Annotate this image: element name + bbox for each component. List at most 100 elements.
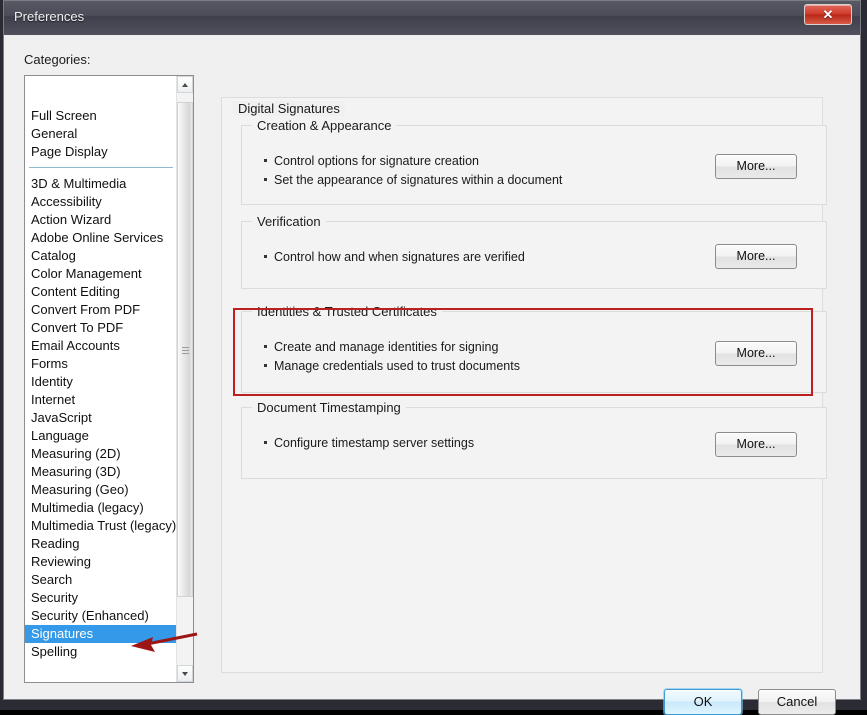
preferences-window: Preferences ✕ Categories: Full Screen Gen…	[0, 0, 867, 715]
more-button-1[interactable]: More...	[715, 154, 797, 179]
sidebar-item-identity[interactable]: Identity	[25, 373, 177, 391]
sidebar-item-label: Search	[31, 572, 73, 587]
categories-listbox[interactable]: Full Screen General Page Display 3D & Multi…	[24, 75, 194, 683]
bullet-dot-icon	[264, 255, 267, 259]
sidebar-item-measuring-geo[interactable]: Measuring (Geo)	[25, 481, 177, 499]
scrollbar-up-button[interactable]	[177, 76, 193, 93]
sidebar-item-language[interactable]: Language	[25, 427, 177, 445]
sidebar-item-measuring-2d[interactable]: Measuring (2D)	[25, 445, 177, 463]
bullet-item: Manage credentials used to trust documen…	[264, 357, 520, 376]
sidebar-item-label: Full Screen	[31, 108, 97, 123]
sidebar-item-label: Security (Enhanced)	[31, 608, 149, 623]
chevron-up-icon	[182, 82, 188, 87]
bullet-text: Control options for signature creation	[274, 154, 479, 168]
sidebar-item-convert-to-pdf[interactable]: Convert To PDF	[25, 319, 177, 337]
sidebar-item-label: Page Display	[31, 144, 108, 159]
list-separator	[25, 161, 177, 175]
sidebar-item-label: Email Accounts	[31, 338, 120, 353]
window-title: Preferences	[14, 9, 85, 24]
bullet-item: Set the appearance of signatures within …	[264, 171, 562, 190]
sidebar-item-javascript[interactable]: JavaScript	[25, 409, 177, 427]
group-document-timestamping: Document Timestamping Configure timestamp…	[241, 400, 827, 479]
categories-scrollbar[interactable]	[176, 76, 193, 682]
sidebar-item-label: Spelling	[31, 644, 78, 659]
sidebar-item-label: Convert To PDF	[31, 320, 124, 335]
sidebar-item-catalog[interactable]: Catalog	[25, 247, 177, 265]
sidebar-item-reading[interactable]: Reading	[25, 535, 177, 553]
group-creation-appearance: Creation & Appearance Control options for…	[241, 118, 827, 205]
group-legend: Identities & Trusted Certificates	[252, 304, 442, 319]
bullet-item: Control options for signature creation	[264, 152, 562, 171]
title-bar: Preferences ✕	[4, 1, 860, 35]
sidebar-item-label: JavaScript	[31, 410, 92, 425]
sidebar-item-accessibility[interactable]: Accessibility	[25, 193, 177, 211]
sidebar-item-label: Adobe Online Services	[31, 230, 164, 245]
sidebar-item-security[interactable]: Security	[25, 589, 177, 607]
sidebar-item-multimedia-trust-legacy[interactable]: Multimedia Trust (legacy)	[25, 517, 177, 535]
close-icon: ✕	[822, 7, 834, 22]
sidebar-item-forms[interactable]: Forms	[25, 355, 177, 373]
group-bullet-list: Create and manage identities for signing…	[264, 338, 520, 376]
sidebar-item-color-management[interactable]: Color Management	[25, 265, 177, 283]
sidebar-item-adobe-online-services[interactable]: Adobe Online Services	[25, 229, 177, 247]
sidebar-item-label: Forms	[31, 356, 68, 371]
sidebar-item-label: Identity	[31, 374, 73, 389]
sidebar-item-page-display[interactable]: Page Display	[25, 143, 177, 161]
group-bullet-list: Configure timestamp server settings	[264, 434, 474, 453]
more-button-3[interactable]: More...	[715, 341, 797, 366]
sidebar-item-signatures[interactable]: Signatures	[25, 625, 183, 643]
group-legend: Document Timestamping	[252, 400, 406, 415]
close-button[interactable]: ✕	[804, 4, 852, 25]
sidebar-item-reviewing[interactable]: Reviewing	[25, 553, 177, 571]
sidebar-item-label: 3D & Multimedia	[31, 176, 127, 191]
scrollbar-grip-icon	[182, 346, 189, 354]
bullet-dot-icon	[264, 345, 267, 349]
sidebar-item-measuring-3d[interactable]: Measuring (3D)	[25, 463, 177, 481]
ok-button[interactable]: OK	[664, 689, 742, 715]
group-bullet-list: Control options for signature creation Se…	[264, 152, 562, 190]
scrollbar-thumb[interactable]	[177, 102, 193, 597]
sidebar-item-action-wizard[interactable]: Action Wizard	[25, 211, 177, 229]
bullet-dot-icon	[264, 441, 267, 445]
sidebar-item-label: Multimedia (legacy)	[31, 500, 144, 515]
sidebar-item-label: General	[31, 126, 78, 141]
more-button-4[interactable]: More...	[715, 432, 797, 457]
sidebar-item-spelling[interactable]: Spelling	[25, 643, 177, 661]
sidebar-item-security-enhanced[interactable]: Security (Enhanced)	[25, 607, 177, 625]
sidebar-item-internet[interactable]: Internet	[25, 391, 177, 409]
sidebar-item-label: Security	[31, 590, 78, 605]
bullet-item: Configure timestamp server settings	[264, 434, 474, 453]
sidebar-item-label: Measuring (3D)	[31, 464, 121, 479]
sidebar-item-full-screen[interactable]: Full Screen	[25, 107, 177, 125]
categories-list: Full Screen General Page Display 3D & Multi…	[25, 107, 183, 661]
cancel-button[interactable]: Cancel	[758, 689, 836, 715]
chevron-down-icon	[182, 671, 188, 676]
sidebar-item-label: Reviewing	[31, 554, 91, 569]
sidebar-item-label: Language	[31, 428, 89, 443]
group-bullet-list: Control how and when signatures are veri…	[264, 248, 525, 267]
scrollbar-down-button[interactable]	[177, 665, 193, 682]
sidebar-item-label: Measuring (2D)	[31, 446, 121, 461]
sidebar-item-label: Internet	[31, 392, 76, 407]
bullet-text: Control how and when signatures are veri…	[274, 250, 525, 264]
bullet-text: Set the appearance of signatures within …	[274, 173, 563, 187]
sidebar-item-label: Reading	[31, 536, 80, 551]
sidebar-item-email-accounts[interactable]: Email Accounts	[25, 337, 177, 355]
sidebar-item-label: Multimedia Trust (legacy)	[31, 518, 177, 533]
sidebar-item-3d-multimedia[interactable]: 3D & Multimedia	[25, 175, 177, 193]
sidebar-item-multimedia-legacy[interactable]: Multimedia (legacy)	[25, 499, 177, 517]
panel-title: Digital Signatures	[233, 101, 345, 116]
sidebar-item-label: Accessibility	[31, 194, 102, 209]
sidebar-item-label: Signatures	[31, 626, 94, 641]
sidebar-item-label: Action Wizard	[31, 212, 112, 227]
group-legend: Verification	[252, 214, 326, 229]
more-button-2[interactable]: More...	[715, 244, 797, 269]
sidebar-item-convert-from-pdf[interactable]: Convert From PDF	[25, 301, 177, 319]
sidebar-item-search[interactable]: Search	[25, 571, 177, 589]
bullet-dot-icon	[264, 178, 267, 182]
sidebar-item-general[interactable]: General	[25, 125, 177, 143]
sidebar-item-content-editing[interactable]: Content Editing	[25, 283, 177, 301]
sidebar-item-label: Color Management	[31, 266, 142, 281]
bullet-text: Configure timestamp server settings	[274, 436, 475, 450]
bullet-item: Control how and when signatures are veri…	[264, 248, 525, 267]
